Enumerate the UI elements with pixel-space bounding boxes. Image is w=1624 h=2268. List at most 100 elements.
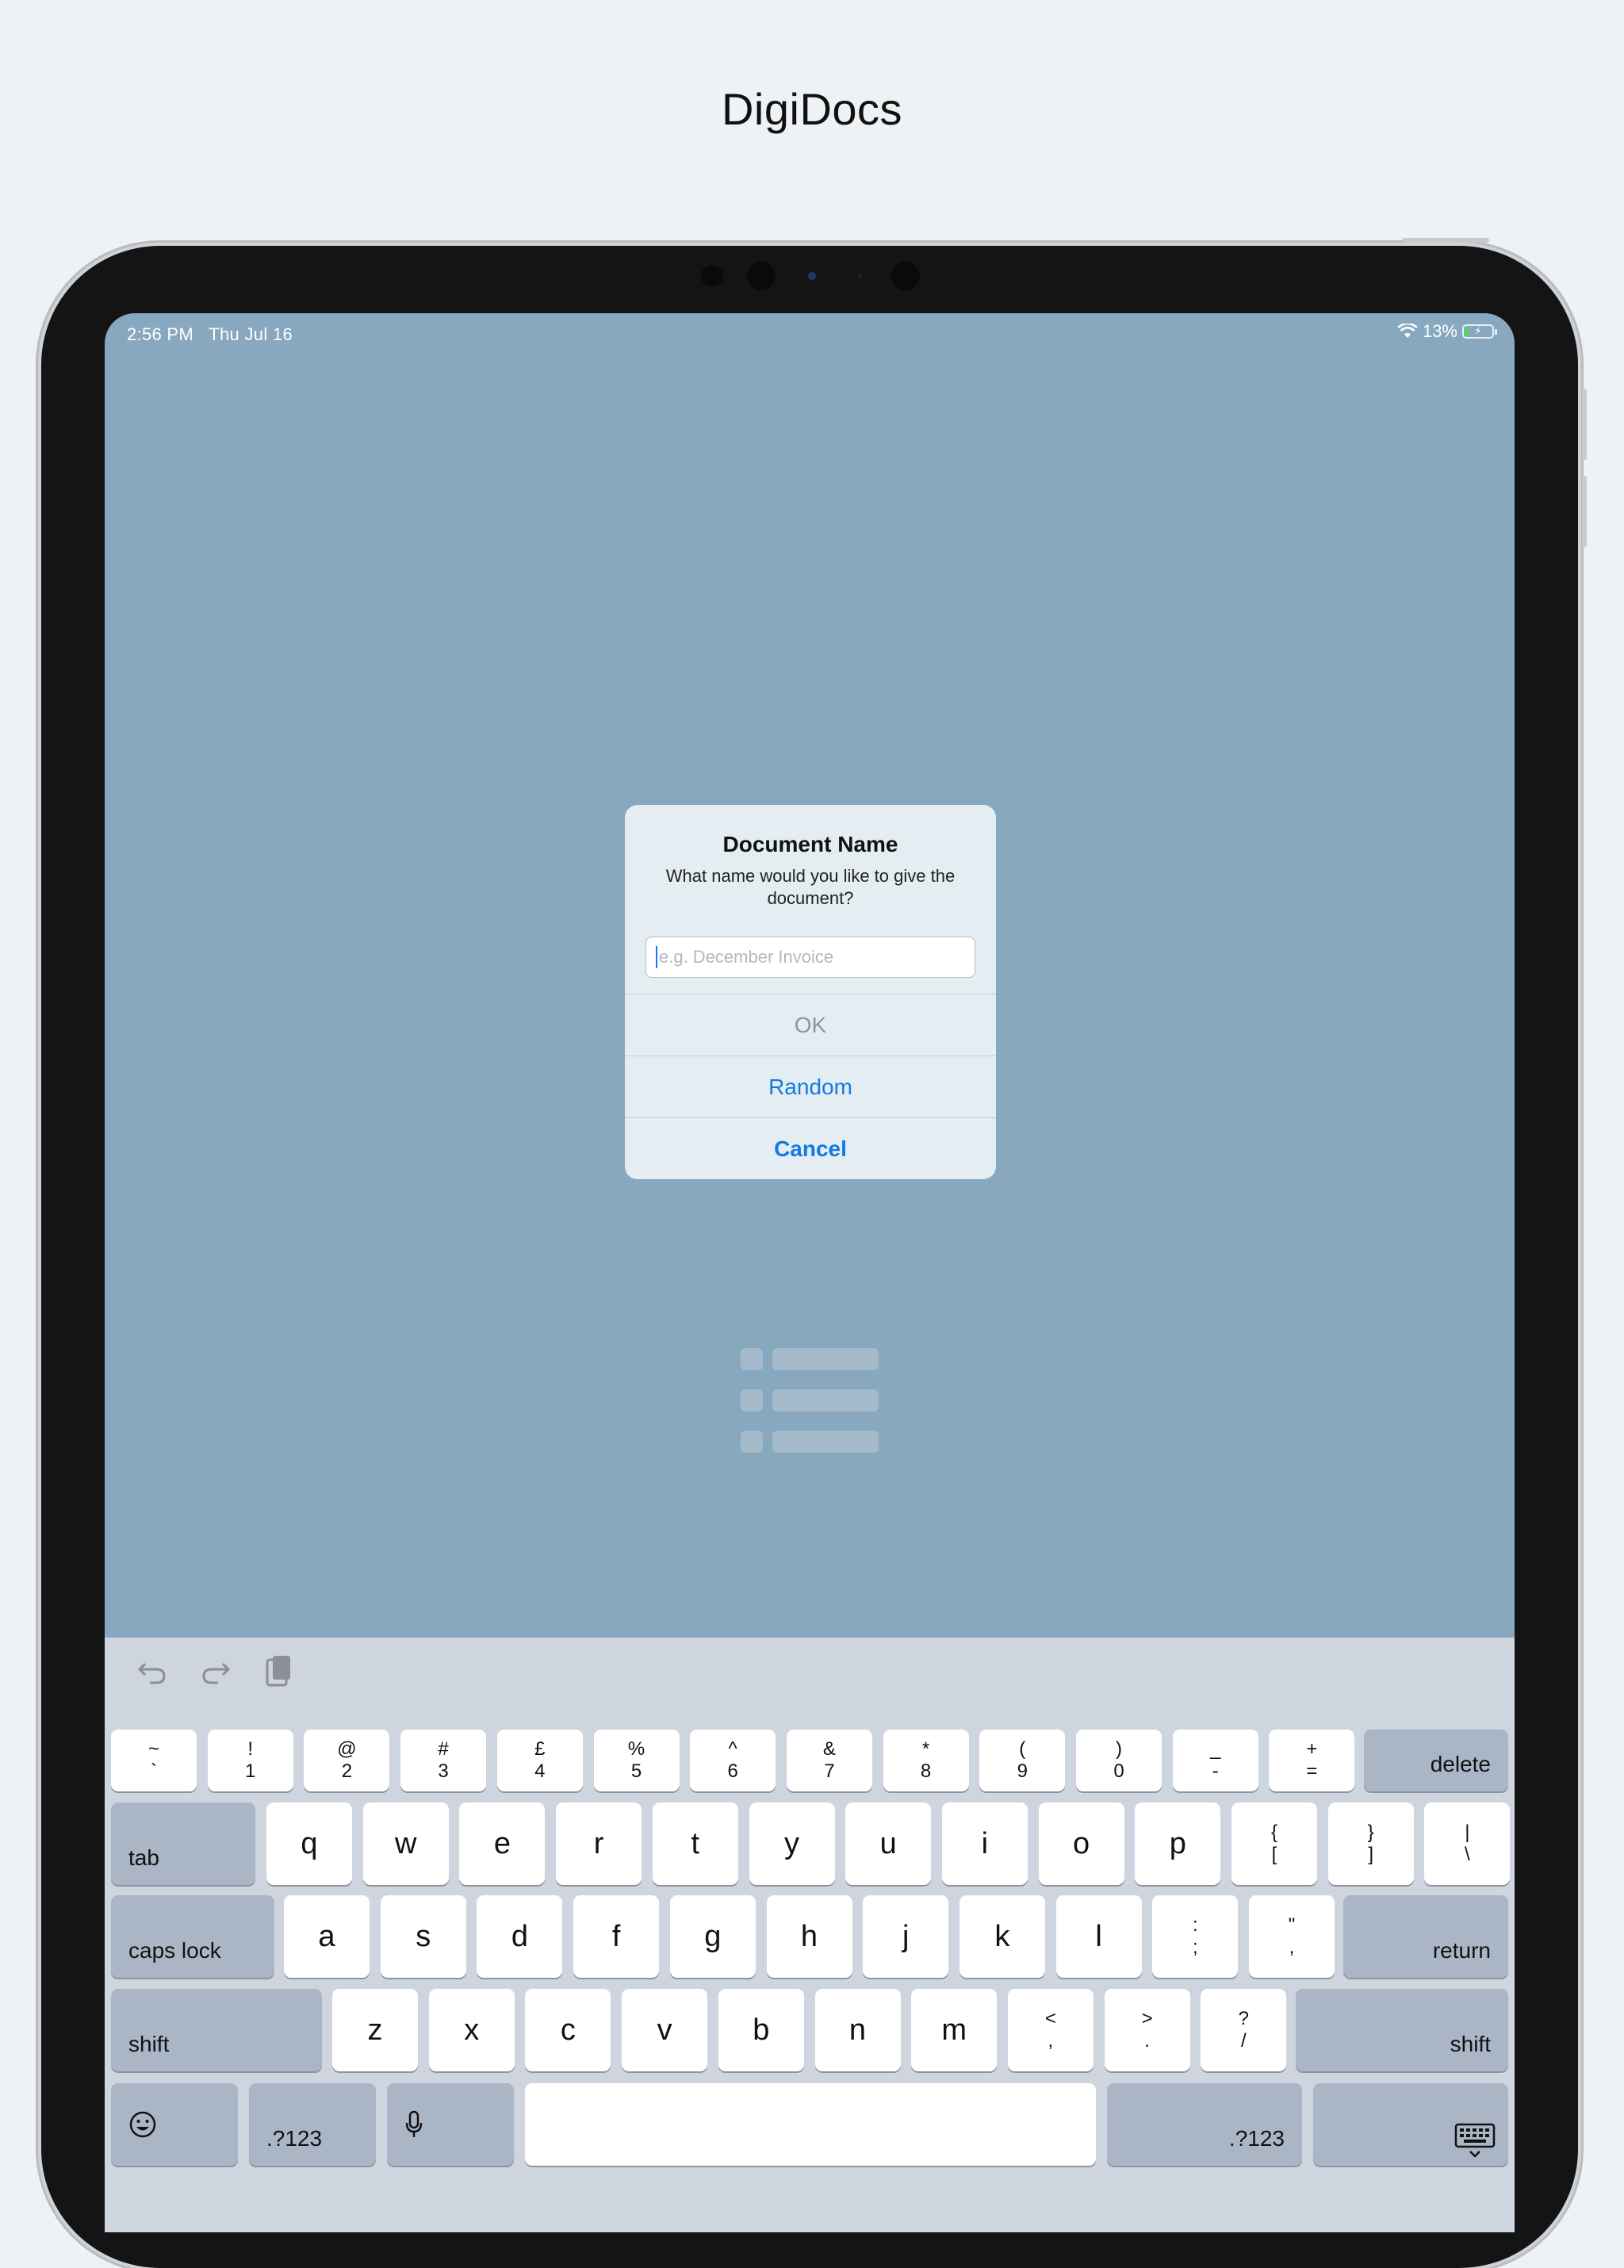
- key-\[interactable]: | \: [1424, 1803, 1511, 1885]
- key-top-symbol: >: [1141, 2008, 1153, 2029]
- key-f[interactable]: f: [573, 1895, 660, 1978]
- key-o[interactable]: o: [1038, 1803, 1124, 1885]
- key-v[interactable]: v: [622, 1989, 708, 2071]
- key-bottom-symbol: 3: [438, 1760, 449, 1782]
- key-bottom-symbol: [: [1271, 1844, 1277, 1865]
- key-bottom-symbol: 1: [245, 1760, 256, 1782]
- key-top-symbol: #: [438, 1738, 449, 1760]
- cancel-button[interactable]: Cancel: [625, 1117, 996, 1179]
- key-k[interactable]: k: [959, 1895, 1045, 1978]
- key-e[interactable]: e: [459, 1803, 546, 1885]
- key-l[interactable]: l: [1055, 1895, 1142, 1978]
- emoji-key[interactable]: [111, 2083, 238, 2166]
- key-bottom-symbol: 6: [727, 1760, 738, 1782]
- numbers-key-left[interactable]: .?123: [249, 2083, 376, 2166]
- key-w[interactable]: w: [362, 1803, 449, 1885]
- key-d[interactable]: d: [477, 1895, 563, 1978]
- key-b[interactable]: b: [718, 1989, 804, 2071]
- key-num-7[interactable]: & 7: [786, 1730, 872, 1791]
- key-m[interactable]: m: [911, 1989, 998, 2071]
- key-s[interactable]: s: [380, 1895, 466, 1978]
- key-top-symbol: ^: [728, 1738, 737, 1760]
- camera-lens-icon: [808, 272, 816, 280]
- document-name-input[interactable]: e.g. December Invoice: [645, 937, 975, 978]
- alert-message: What name would you like to give the doc…: [665, 866, 956, 908]
- key-bottom-symbol: /: [1240, 2030, 1247, 2052]
- ok-button[interactable]: OK: [625, 994, 996, 1055]
- key-p[interactable]: p: [1135, 1803, 1221, 1885]
- space-bar[interactable]: [525, 2083, 1096, 2166]
- key-num-3[interactable]: #3: [400, 1730, 487, 1791]
- key-semicolon[interactable]: :;: [1152, 1895, 1239, 1978]
- key-num-9[interactable]: (9: [979, 1730, 1066, 1791]
- key-n[interactable]: n: [814, 1989, 901, 2071]
- volume-down-button: [1582, 476, 1587, 547]
- key-num-1[interactable]: ! 1: [207, 1730, 293, 1791]
- key-bottom-symbol: `: [151, 1760, 157, 1782]
- key-h[interactable]: h: [766, 1895, 852, 1978]
- key-slash[interactable]: ? /: [1201, 1989, 1287, 2071]
- keyboard-dismiss-icon: [1454, 2123, 1496, 2158]
- key-top-symbol: +: [1306, 1738, 1318, 1760]
- shift-right-key[interactable]: shift: [1296, 1989, 1508, 2071]
- key-top-symbol: *: [921, 1738, 930, 1760]
- hide-keyboard-key[interactable]: [1313, 2083, 1508, 2166]
- key-u[interactable]: u: [845, 1803, 932, 1885]
- key-period[interactable]: >.: [1104, 1989, 1190, 2071]
- key-num-0[interactable]: ) 0: [1076, 1730, 1162, 1791]
- status-time-date: 2:56 PM Thu Jul 16: [127, 324, 293, 345]
- numbers-key-right[interactable]: .?123: [1107, 2083, 1302, 2166]
- key-bottom-symbol: 0: [1113, 1760, 1124, 1782]
- key-bottom-symbol: 7: [824, 1760, 835, 1782]
- tab-key[interactable]: tab: [111, 1803, 255, 1885]
- key-top-symbol: {: [1270, 1822, 1277, 1843]
- key-c[interactable]: c: [525, 1989, 611, 2071]
- key-num--[interactable]: _ -: [1172, 1730, 1258, 1791]
- key-top-symbol: !: [247, 1738, 254, 1760]
- key-comma[interactable]: <,: [1007, 1989, 1094, 2071]
- key-t[interactable]: t: [652, 1803, 738, 1885]
- key-j[interactable]: j: [863, 1895, 949, 1978]
- dictation-key[interactable]: [387, 2083, 514, 2166]
- flash-icon: [858, 274, 863, 278]
- key-x[interactable]: x: [428, 1989, 515, 2071]
- microphone-icon: [405, 2110, 423, 2137]
- key-top-symbol: :: [1192, 1914, 1198, 1936]
- clipboard-icon[interactable]: [263, 1655, 295, 1687]
- key-g[interactable]: g: [669, 1895, 756, 1978]
- status-indicators: 13% ⚡: [1397, 321, 1497, 342]
- key-top-symbol: £: [534, 1738, 546, 1760]
- shift-left-key[interactable]: shift: [111, 1989, 322, 2071]
- key-num-=[interactable]: + =: [1269, 1730, 1355, 1791]
- key-q[interactable]: q: [266, 1803, 352, 1885]
- key-num-5[interactable]: % 5: [593, 1730, 680, 1791]
- caps-lock-key[interactable]: caps lock: [111, 1895, 274, 1978]
- random-button[interactable]: Random: [625, 1055, 996, 1117]
- redo-icon[interactable]: [200, 1655, 232, 1687]
- key-quote[interactable]: ",: [1249, 1895, 1335, 1978]
- undo-icon[interactable]: [136, 1655, 168, 1687]
- key-r[interactable]: r: [556, 1803, 642, 1885]
- key-num-`[interactable]: ~ `: [111, 1730, 197, 1791]
- ipad-device-frame: 2:56 PM Thu Jul 16 13% ⚡ Document Name W…: [41, 238, 1587, 2268]
- onscreen-keyboard: ~ `! 1 @2 #3 £4% 5 ^ 6 & 7 * 8(9) 0 _ - + = delete tab q w e r t…: [105, 1638, 1515, 2232]
- key-[[interactable]: {[: [1231, 1803, 1317, 1885]
- key-][interactable]: }]: [1327, 1803, 1414, 1885]
- key-top-symbol: &: [822, 1738, 836, 1760]
- key-top-symbol: ): [1116, 1738, 1122, 1760]
- sensor-icon: [701, 265, 723, 287]
- key-num-6[interactable]: ^ 6: [690, 1730, 776, 1791]
- input-placeholder: e.g. December Invoice: [659, 947, 834, 967]
- key-y[interactable]: y: [749, 1803, 835, 1885]
- key-z[interactable]: z: [332, 1989, 418, 2071]
- key-top-symbol: ?: [1238, 2008, 1249, 2029]
- key-num-2[interactable]: @2: [304, 1730, 390, 1791]
- return-key[interactable]: return: [1343, 1895, 1508, 1978]
- key-num-4[interactable]: £4: [496, 1730, 583, 1791]
- delete-key[interactable]: delete: [1364, 1730, 1508, 1791]
- key-i[interactable]: i: [941, 1803, 1028, 1885]
- camera-icon: [747, 262, 776, 290]
- key-a[interactable]: a: [284, 1895, 370, 1978]
- lidar-icon: [891, 262, 920, 290]
- key-num-8[interactable]: * 8: [883, 1730, 969, 1791]
